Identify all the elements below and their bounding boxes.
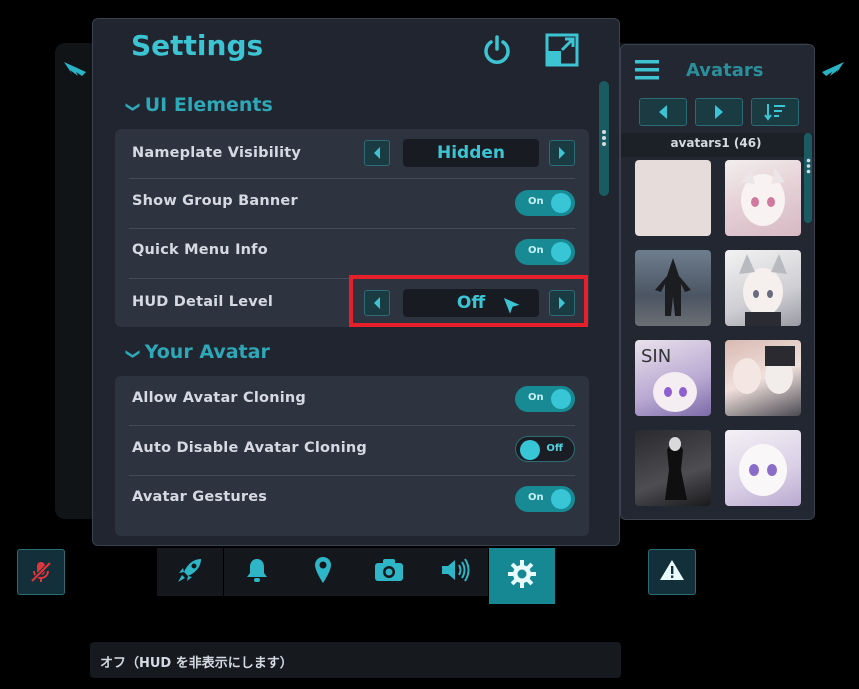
row-label: Avatar Gestures <box>132 489 268 505</box>
avatar-gestures-toggle[interactable]: On <box>515 486 575 512</box>
avatar-thumbnail[interactable] <box>635 430 711 506</box>
auto-disable-cloning-toggle[interactable]: Off <box>515 436 575 462</box>
scroll-grip <box>601 129 607 151</box>
warning-icon <box>659 558 685 586</box>
row-allow-avatar-cloning: Allow Avatar Cloning On <box>115 376 589 425</box>
chevron-down-icon: ❯ <box>124 348 141 360</box>
row-show-group-banner: Show Group Banner On <box>115 179 589 228</box>
location-pin-icon <box>308 555 338 589</box>
tab-worlds[interactable] <box>290 548 356 596</box>
camera-icon <box>373 555 405 589</box>
avatar-list-name: avatars1 (46) <box>670 136 762 150</box>
highlight-box <box>349 275 588 327</box>
tab-audio[interactable] <box>422 548 488 596</box>
avatars-title: Avatars <box>686 60 764 81</box>
bell-icon <box>242 555 272 589</box>
gear-icon <box>506 558 538 594</box>
prev-arrow-button[interactable] <box>364 140 390 166</box>
row-nameplate-visibility: Nameplate Visibility Hidden <box>115 129 589 178</box>
row-label: Show Group Banner <box>132 193 298 209</box>
row-auto-disable-avatar-cloning: Auto Disable Avatar Cloning Off <box>115 426 589 475</box>
avatar-thumbnail[interactable] <box>725 250 801 326</box>
power-icon[interactable] <box>479 32 515 68</box>
chevron-down-icon: ❯ <box>124 101 141 113</box>
scroll-grip <box>806 158 811 178</box>
row-label: HUD Detail Level <box>132 294 274 310</box>
avatars-next-button[interactable] <box>695 98 743 126</box>
nameplate-value: Hidden <box>403 139 539 167</box>
warning-button[interactable] <box>648 549 696 595</box>
avatar-thumbnail[interactable] <box>725 430 801 506</box>
next-arrow-button[interactable] <box>549 140 575 166</box>
your-avatar-group: Allow Avatar Cloning On Auto Disable Ava… <box>115 376 589 536</box>
row-label: Quick Menu Info <box>132 242 268 258</box>
section-ui-elements-header[interactable]: ❯ UI Elements <box>124 94 273 116</box>
avatar-cloning-toggle[interactable]: On <box>515 386 575 412</box>
tab-launch[interactable] <box>157 548 223 596</box>
expand-icon[interactable] <box>544 32 580 68</box>
muted-mic-icon[interactable] <box>17 549 65 595</box>
avatar-thumbnail[interactable] <box>635 250 711 326</box>
tab-settings[interactable] <box>489 548 555 604</box>
row-quick-menu-info: Quick Menu Info On <box>115 229 589 278</box>
sort-icon[interactable] <box>751 98 799 126</box>
page-title: Settings <box>131 29 264 62</box>
tab-camera[interactable] <box>356 548 422 596</box>
avatar-thumbnail[interactable] <box>635 160 711 236</box>
avatar-thumbnail[interactable] <box>725 340 801 416</box>
avatars-prev-button[interactable] <box>639 98 687 126</box>
hamburger-icon[interactable] <box>635 59 659 85</box>
avatars-panel: Avatars avatars1 (46) SIN <box>620 44 815 520</box>
tooltip: オフ（HUD を非表示にします） <box>90 642 621 678</box>
row-avatar-gestures: Avatar Gestures On <box>115 476 589 525</box>
tooltip-text: オフ（HUD を非表示にします） <box>100 656 293 671</box>
group-banner-toggle[interactable]: On <box>515 190 575 216</box>
rocket-icon <box>175 555 205 589</box>
section-your-avatar-header[interactable]: ❯ Your Avatar <box>124 341 270 363</box>
row-label: Nameplate Visibility <box>132 145 302 161</box>
right-wing-icon <box>820 58 846 84</box>
left-wing-icon <box>62 58 88 84</box>
avatars-scrollbar[interactable] <box>804 133 812 223</box>
speaker-icon <box>439 555 471 589</box>
row-label: Allow Avatar Cloning <box>132 390 306 406</box>
avatar-thumbnail[interactable] <box>725 160 801 236</box>
tab-notifications[interactable] <box>224 548 290 596</box>
svg-text:SIN: SIN <box>641 346 671 367</box>
quick-menu-info-toggle[interactable]: On <box>515 239 575 265</box>
avatar-thumbnail[interactable]: SIN <box>635 340 711 416</box>
row-label: Auto Disable Avatar Cloning <box>132 440 367 456</box>
